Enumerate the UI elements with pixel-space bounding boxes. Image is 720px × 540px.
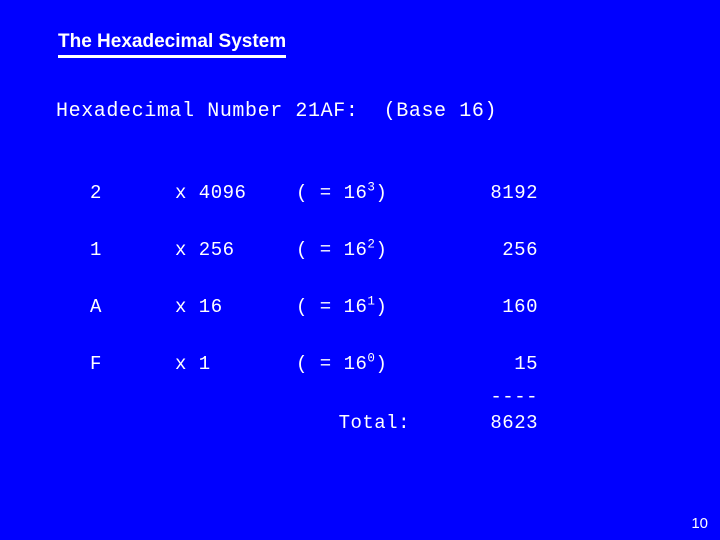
total-row: Total: 8623 (0, 412, 720, 442)
slide: The Hexadecimal System Hexadecimal Numbe… (0, 0, 720, 540)
power-prefix: ( = 16 (296, 239, 368, 261)
total-label: Total: (338, 412, 410, 434)
product-value: 256 (502, 239, 538, 261)
power-expression: ( = 160) (296, 352, 388, 375)
power-prefix: ( = 16 (296, 182, 368, 204)
power-prefix: ( = 16 (296, 296, 368, 318)
power-suffix: ) (375, 296, 388, 318)
page-number: 10 (691, 515, 708, 532)
product-value: 15 (514, 353, 538, 375)
totals-section: ---- Total: 8623 (0, 386, 720, 442)
power-suffix: ) (375, 182, 388, 204)
total-rule-row: ---- (0, 386, 720, 412)
power-expression: ( = 161) (296, 295, 388, 318)
table-row: 2 x 4096 ( = 163) 8192 (0, 181, 720, 239)
subtitle-text: Hexadecimal Number 21AF: (Base 16) (56, 100, 498, 123)
power-expression: ( = 163) (296, 181, 388, 204)
power-suffix: ) (375, 353, 388, 375)
place-multiplier: x 256 (175, 239, 235, 261)
power-suffix: ) (375, 239, 388, 261)
hex-digit: A (90, 296, 102, 318)
power-prefix: ( = 16 (296, 353, 368, 375)
hex-digit: F (90, 353, 102, 375)
place-multiplier: x 4096 (175, 182, 247, 204)
page-title: The Hexadecimal System (58, 31, 287, 58)
hex-digit: 1 (90, 239, 102, 261)
hex-breakdown-table: 2 x 4096 ( = 163) 8192 1 x 256 ( = 162) … (0, 181, 720, 410)
total-divider: ---- (490, 386, 538, 408)
table-row: A x 16 ( = 161) 160 (0, 295, 720, 353)
total-value: 8623 (490, 412, 538, 434)
hex-digit: 2 (90, 182, 102, 204)
table-row: 1 x 256 ( = 162) 256 (0, 238, 720, 296)
product-value: 160 (502, 296, 538, 318)
product-value: 8192 (490, 182, 538, 204)
power-expression: ( = 162) (296, 238, 388, 261)
place-multiplier: x 16 (175, 296, 223, 318)
place-multiplier: x 1 (175, 353, 211, 375)
